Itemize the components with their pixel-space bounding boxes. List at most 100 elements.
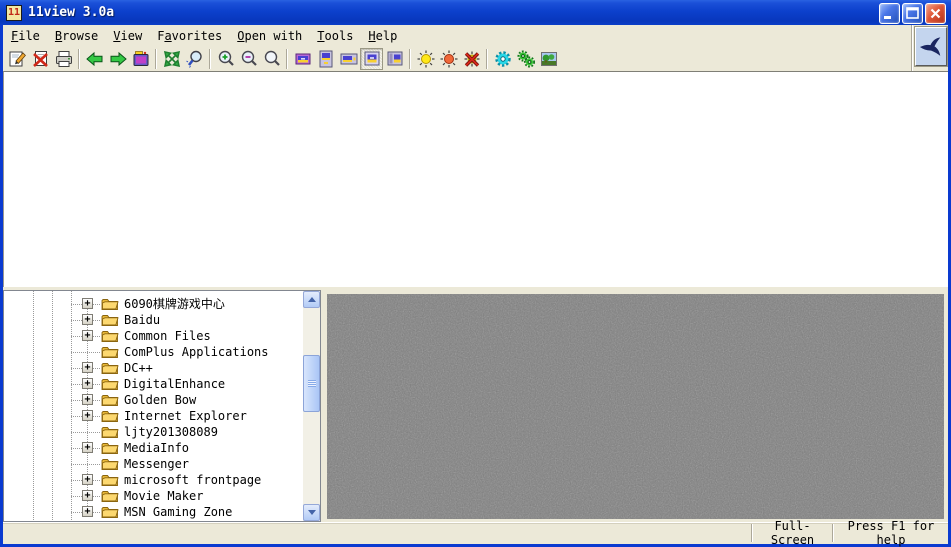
window-title: 11view 3.0a: [28, 5, 114, 20]
back-button[interactable]: [83, 48, 106, 70]
zoom-actual-button[interactable]: [260, 48, 283, 70]
tree-item-label: DC++: [124, 361, 153, 375]
menu-tools[interactable]: Tools: [317, 29, 353, 43]
app-logo-button[interactable]: [915, 27, 947, 66]
expand-plus-icon[interactable]: +: [82, 314, 93, 325]
remove-enhance-button[interactable]: [460, 48, 483, 70]
print-icon: [54, 49, 74, 69]
zoom-out-icon: [239, 49, 259, 69]
tree-item[interactable]: + MSN Gaming Zone: [4, 504, 302, 520]
folder-icon: [101, 505, 119, 519]
batch-convert-button[interactable]: [514, 48, 537, 70]
tree-item[interactable]: + Common Files: [4, 328, 302, 344]
tree-item[interactable]: + microsoft frontpage: [4, 472, 302, 488]
expand-plus-icon[interactable]: +: [82, 394, 93, 405]
tree-item[interactable]: + Baidu: [4, 312, 302, 328]
view-window-button[interactable]: [360, 48, 383, 70]
expand-plus-icon[interactable]: +: [82, 506, 93, 517]
view-fullscreen-button[interactable]: [291, 48, 314, 70]
expand-plus-icon[interactable]: +: [82, 490, 93, 501]
slideshow-button[interactable]: [129, 48, 152, 70]
folder-icon: [101, 297, 119, 311]
tree-item-label: Messenger: [124, 457, 189, 471]
zoom-select-icon: [185, 49, 205, 69]
menu-favorites[interactable]: Favorites: [157, 29, 222, 43]
tree-item-label: Internet Explorer: [124, 409, 247, 423]
folder-icon: [101, 345, 119, 359]
tree-item-label: microsoft frontpage: [124, 473, 261, 487]
tree-item[interactable]: + DigitalEnhance: [4, 376, 302, 392]
view-vertical-button[interactable]: [314, 48, 337, 70]
folder-icon: [101, 377, 119, 391]
tree-item-label: Baidu: [124, 313, 160, 327]
expand-plus-icon[interactable]: +: [82, 330, 93, 341]
expand-plus-icon[interactable]: +: [82, 474, 93, 485]
toolbar-separator: [286, 49, 288, 69]
print-button[interactable]: [52, 48, 75, 70]
logo-panel: [911, 25, 948, 71]
tree-item[interactable]: + ComPlus Applications: [4, 344, 302, 360]
edit-button[interactable]: [6, 48, 29, 70]
scroll-down-button[interactable]: [303, 504, 320, 521]
folder-icon: [101, 473, 119, 487]
view-fullscreen-icon: [293, 49, 313, 69]
view-horizontal-button[interactable]: [337, 48, 360, 70]
menu-view[interactable]: View: [113, 29, 142, 43]
minimize-button[interactable]: [879, 3, 900, 24]
folder-icon: [101, 425, 119, 439]
tree-item[interactable]: + 6090棋牌游戏中心: [4, 296, 302, 312]
close-button[interactable]: [925, 3, 946, 24]
scrollbar-thumb[interactable]: [303, 355, 320, 412]
expand-plus-icon[interactable]: +: [82, 298, 93, 309]
tree-item[interactable]: + DC++: [4, 360, 302, 376]
fit-to-screen-button[interactable]: [160, 48, 183, 70]
forward-icon: [108, 49, 128, 69]
tree-item[interactable]: + MediaInfo: [4, 440, 302, 456]
tree-item-label: ljty201308089: [124, 425, 218, 439]
status-help: Press F1 for help: [834, 519, 948, 547]
menu-file[interactable]: File: [11, 29, 40, 43]
expand-plus-icon[interactable]: +: [82, 442, 93, 453]
view-sidebar-button[interactable]: [383, 48, 406, 70]
brightness-button[interactable]: [414, 48, 437, 70]
menu-open-with[interactable]: Open with: [237, 29, 302, 43]
status-mode: Full-Screen: [753, 519, 832, 547]
brightness-sun-icon: [416, 49, 436, 69]
tree-scrollbar[interactable]: [303, 291, 320, 521]
tree-item[interactable]: + Golden Bow: [4, 392, 302, 408]
zoom-actual-icon: [262, 49, 282, 69]
expand-plus-icon[interactable]: +: [82, 362, 93, 373]
tree-item[interactable]: + Internet Explorer: [4, 408, 302, 424]
menu-browse[interactable]: Browse: [55, 29, 98, 43]
toolbar-separator: [78, 49, 80, 69]
saturation-sun-icon: [439, 49, 459, 69]
tree-stub-line: [71, 464, 101, 465]
chevron-up-icon: [308, 297, 316, 302]
settings-button[interactable]: [491, 48, 514, 70]
forward-button[interactable]: [106, 48, 129, 70]
delete-button[interactable]: [29, 48, 52, 70]
menu-help[interactable]: Help: [368, 29, 397, 43]
tree-item[interactable]: + Movie Maker: [4, 488, 302, 504]
tree-item[interactable]: + ljty201308089: [4, 424, 302, 440]
saturation-button[interactable]: [437, 48, 460, 70]
maximize-button[interactable]: [902, 3, 923, 24]
zoom-out-button[interactable]: [237, 48, 260, 70]
tree-item-label: Common Files: [124, 329, 211, 343]
folder-icon: [101, 489, 119, 503]
wallpaper-button[interactable]: [537, 48, 560, 70]
expand-plus-icon[interactable]: +: [82, 378, 93, 389]
folder-icon: [101, 329, 119, 343]
folder-icon: [101, 409, 119, 423]
tree-stub-line: [71, 352, 101, 353]
zoom-in-button[interactable]: [214, 48, 237, 70]
tree-rows: + 6090棋牌游戏中心 + Baidu + Common Files + Co…: [4, 296, 302, 520]
settings-gear-icon: [493, 49, 513, 69]
scroll-up-button[interactable]: [303, 291, 320, 308]
expand-plus-icon[interactable]: +: [82, 410, 93, 421]
tree-item[interactable]: + Messenger: [4, 456, 302, 472]
wallpaper-icon: [539, 49, 559, 69]
view-sidebar-icon: [385, 49, 405, 69]
remove-enhance-icon: [462, 49, 482, 69]
zoom-select-button[interactable]: [183, 48, 206, 70]
